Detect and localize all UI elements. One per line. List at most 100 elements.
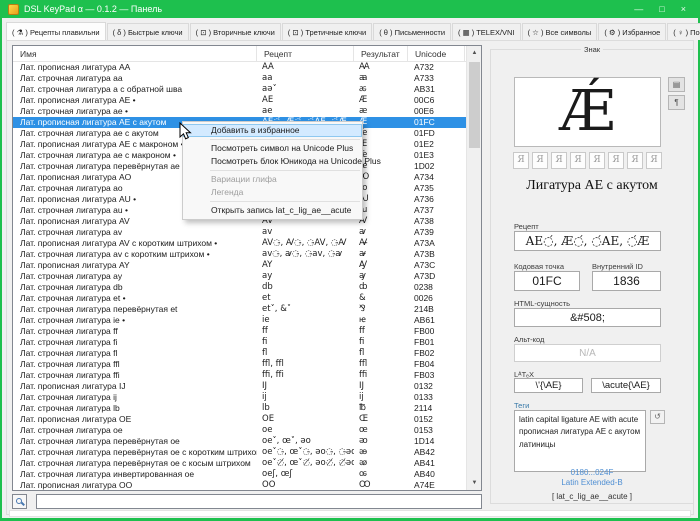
cell-recipe: ffi, ﬀi bbox=[257, 370, 354, 381]
cell-name: Лат. строчная лигатура lb bbox=[13, 403, 257, 414]
cell-code: 2114 bbox=[408, 403, 465, 414]
cell-code: AB42 bbox=[408, 447, 465, 458]
scrollbar-thumb[interactable] bbox=[469, 62, 480, 148]
table-row[interactable]: Лат. строчная лигатура fifiﬁFB01 bbox=[13, 337, 466, 348]
cell-code: A739 bbox=[408, 227, 465, 238]
internal-id-field[interactable]: 1836 bbox=[592, 271, 661, 291]
column-header-result[interactable]: Результат bbox=[354, 46, 408, 61]
table-row[interactable]: Лат. строчная лигатура et •et&0026 bbox=[13, 293, 466, 304]
cell-name: Лат. строчная лигатура db bbox=[13, 282, 257, 293]
table-row[interactable]: Лат. строчная лигатура aaaaꜳA733 bbox=[13, 73, 466, 84]
search-button[interactable] bbox=[12, 494, 27, 509]
table-row[interactable]: Лат. прописная лигатура AV с коротким шт… bbox=[13, 238, 466, 249]
column-header-unicode[interactable]: Unicode bbox=[408, 46, 465, 61]
font-sample-button-7[interactable]: Я bbox=[646, 152, 662, 169]
unicode-block-range-link[interactable]: 0180...024F bbox=[491, 468, 693, 477]
tab-7[interactable]: ( ⚙ ) Избранное bbox=[598, 23, 666, 40]
internal-id-label: Внутренний ID bbox=[592, 262, 643, 271]
title-bar: DSL KeyPad α — 0.1.2 — Панель — □ × bbox=[2, 0, 698, 18]
character-panel: Знак Ǽ ▤ ¶ ЯЯЯЯЯЯЯЯ Лигатура AE с акутом… bbox=[490, 49, 694, 504]
cell-result: Ꜻ bbox=[354, 238, 408, 249]
latex-field-acute[interactable]: \acute{\AE} bbox=[591, 378, 661, 393]
table-row[interactable]: Лат. прописная лигатура AAAAꜲA732 bbox=[13, 62, 466, 73]
font-sample-button-3[interactable]: Я bbox=[570, 152, 586, 169]
table-row[interactable]: Лат. строчная лигатура ijijĳ0133 bbox=[13, 392, 466, 403]
cell-name: Лат. строчная лигатура инвертированная o… bbox=[13, 469, 257, 480]
table-row[interactable]: Лат. строчная лигатура dbdbȸ0238 bbox=[13, 282, 466, 293]
maximize-button[interactable]: □ bbox=[659, 4, 664, 14]
html-entity-field[interactable]: &#508; bbox=[514, 308, 661, 327]
table-row[interactable]: Лат. строчная лигатура ffiffi, ﬀiﬃFB03 bbox=[13, 370, 466, 381]
scroll-down-icon[interactable]: ▼ bbox=[467, 476, 482, 490]
tab-5[interactable]: ( ▦ ) TELEX/VNI bbox=[452, 23, 521, 40]
close-button[interactable]: × bbox=[681, 4, 686, 14]
cell-recipe: aə˅ bbox=[257, 84, 354, 95]
cell-name: Лат. строчная лигатура перевёрнутая oe с… bbox=[13, 447, 257, 458]
font-sample-button-0[interactable]: Я bbox=[513, 152, 529, 169]
table-row[interactable]: Лат. строчная лигатура a с обратной шваa… bbox=[13, 84, 466, 95]
table-row[interactable]: Лат. строчная лигатура flflﬂFB02 bbox=[13, 348, 466, 359]
context-menu-item[interactable]: Открыть запись lat_c_lig_ae__acute bbox=[183, 204, 362, 217]
table-row[interactable]: Лат. строчная лигатура перевёрнутая oe с… bbox=[13, 447, 466, 458]
cell-recipe: OO bbox=[257, 480, 354, 490]
search-input[interactable] bbox=[36, 494, 482, 509]
table-row[interactable]: Лат. прописная лигатура OEOEŒ0152 bbox=[13, 414, 466, 425]
cell-code: A73C bbox=[408, 260, 465, 271]
cell-code: A74E bbox=[408, 480, 465, 490]
tab-3[interactable]: ( ⊡ ) Третичные ключи bbox=[282, 23, 372, 40]
table-row[interactable]: Лат. прописная лигатура AYAYꜼA73C bbox=[13, 260, 466, 271]
tab-8[interactable]: ( ♀ ) Помощь bbox=[667, 23, 700, 40]
tab-1[interactable]: ( δ ) Быстрые ключи bbox=[107, 23, 189, 40]
cell-name: Лат. строчная лигатура et • bbox=[13, 293, 257, 304]
tab-0[interactable]: ( ⚗ ) Рецепты плавильни bbox=[6, 22, 106, 40]
scroll-up-icon[interactable]: ▲ bbox=[467, 46, 482, 60]
table-row[interactable]: Лат. строчная лигатура av с коротким штр… bbox=[13, 249, 466, 260]
cell-recipe: oe˅, œ˅, əo bbox=[257, 436, 354, 447]
table-row[interactable]: Лат. прописная лигатура IJIJĲ0132 bbox=[13, 381, 466, 392]
unicode-block-name-link[interactable]: Latin Extended-B bbox=[491, 478, 693, 487]
table-row[interactable]: Лат. строчная лигатура ffffﬀFB00 bbox=[13, 326, 466, 337]
table-row[interactable]: Лат. строчная лигатура avavꜹA739 bbox=[13, 227, 466, 238]
minimize-button[interactable]: — bbox=[634, 4, 643, 14]
font-sample-button-6[interactable]: Я bbox=[627, 152, 643, 169]
table-row[interactable]: Лат. строчная лигатура ayayꜽA73D bbox=[13, 271, 466, 282]
cell-result: ꬱ bbox=[354, 84, 408, 95]
ligature-table: Имя Рецепт Результат Unicode Лат. пропис… bbox=[12, 45, 482, 491]
cell-code: AB61 bbox=[408, 315, 465, 326]
table-row[interactable]: Лат. строчная лигатура перевёрнутая oeoe… bbox=[13, 436, 466, 447]
cell-code: A73D bbox=[408, 271, 465, 282]
reset-tags-button[interactable]: ↺ bbox=[650, 410, 665, 424]
context-menu-item[interactable]: Посмотреть блок Юникода на Unicode Plus bbox=[183, 155, 362, 168]
table-row[interactable]: Лат. прописная лигатура OOOOꝎA74E bbox=[13, 480, 466, 490]
latex-field-apostrophe[interactable]: \'{\AE} bbox=[514, 378, 583, 393]
column-header-name[interactable]: Имя bbox=[13, 46, 257, 61]
table-row[interactable]: Лат. строчная лигатура lblb℔2114 bbox=[13, 403, 466, 414]
font-sample-button-5[interactable]: Я bbox=[608, 152, 624, 169]
font-book-button[interactable]: ▤ bbox=[668, 77, 685, 92]
font-sample-button-2[interactable]: Я bbox=[551, 152, 567, 169]
column-header-recipe[interactable]: Рецепт bbox=[257, 46, 354, 61]
table-row[interactable]: Лат. строчная лигатура fflffl, ﬀlﬄFB04 bbox=[13, 359, 466, 370]
recipe-field[interactable]: AE◌́, Æ◌́, ◌́AE, ◌́Æ bbox=[514, 231, 661, 251]
bottom-input-strip[interactable] bbox=[9, 510, 691, 517]
pilcrow-button[interactable]: ¶ bbox=[668, 95, 685, 110]
context-menu-item[interactable]: Посмотреть символ на Unicode Plus bbox=[183, 142, 362, 155]
context-menu-item[interactable]: Добавить в избранное bbox=[183, 124, 362, 137]
cell-recipe: db bbox=[257, 282, 354, 293]
table-row[interactable]: Лат. строчная лигатура перевёрнутая oe с… bbox=[13, 458, 466, 469]
table-row[interactable]: Лат. строчная лигатура oeoeœ0153 bbox=[13, 425, 466, 436]
tab-6[interactable]: ( ☆ ) Все символы bbox=[522, 23, 598, 40]
table-row[interactable]: Лат. прописная лигатура AE •AEÆ00C6 bbox=[13, 95, 466, 106]
codepoint-field[interactable]: 01FC bbox=[514, 271, 580, 291]
font-sample-button-4[interactable]: Я bbox=[589, 152, 605, 169]
vertical-scrollbar[interactable]: ▲ ▼ bbox=[466, 46, 481, 490]
table-row[interactable]: Лат. строчная лигатура ae •aeæ00E6 bbox=[13, 106, 466, 117]
tags-field[interactable]: latin capital ligature AE with acute про… bbox=[514, 410, 646, 472]
tab-2[interactable]: ( ⊡ ) Вторичные ключи bbox=[190, 23, 281, 40]
table-row[interactable]: Лат. строчная лигатура инвертированная o… bbox=[13, 469, 466, 480]
font-sample-button-1[interactable]: Я bbox=[532, 152, 548, 169]
table-row[interactable]: Лат. строчная лигатура ie •ieꭡAB61 bbox=[13, 315, 466, 326]
tab-4[interactable]: ( θ ) Письменности bbox=[373, 23, 451, 40]
tab-bar: ( ⚗ ) Рецепты плавильни( δ ) Быстрые клю… bbox=[6, 23, 700, 40]
table-row[interactable]: Лат. строчная лигатура перевёрнутая etet… bbox=[13, 304, 466, 315]
